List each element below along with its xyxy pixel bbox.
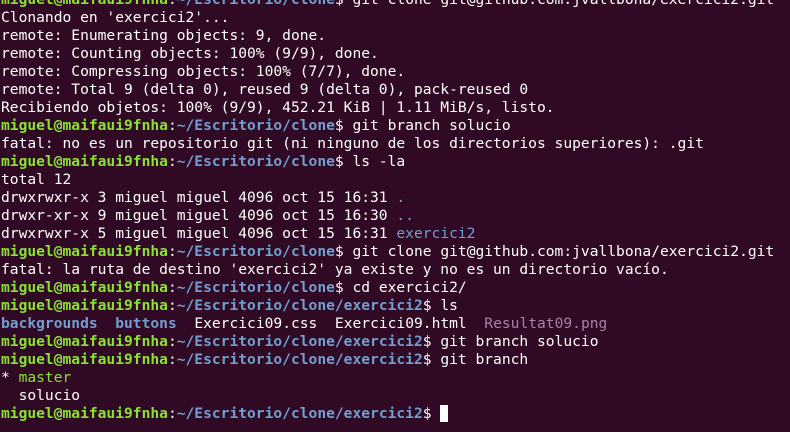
- cursor-icon[interactable]: [440, 405, 449, 422]
- output-text: fatal: la ruta de destino 'exercici2' ya…: [1, 261, 669, 278]
- prompt-symbol: $: [334, 153, 344, 170]
- prompt-symbol: $: [334, 279, 344, 296]
- ls-la-row: drwxr-xr-x 9 miguel miguel 4096 oct 15 1…: [1, 207, 790, 225]
- prompt-separator: :: [167, 333, 177, 350]
- output-text: remote: Compressing objects: 100% (7/7),…: [1, 63, 406, 80]
- prompt-user: miguel@maifaui9fnha: [1, 153, 168, 170]
- entry-separator: [98, 315, 116, 332]
- prompt-path: ~/Escritorio/clone/exercici2: [176, 297, 423, 314]
- command-text: git branch: [431, 351, 529, 368]
- prompt-path: ~/Escritorio/clone/exercici2: [176, 351, 423, 368]
- command-text: ls: [431, 297, 458, 314]
- output-line: fatal: la ruta de destino 'exercici2' ya…: [1, 261, 790, 279]
- command-text: [432, 405, 441, 422]
- output-line: fatal: no es un repositorio git (ni ning…: [1, 135, 790, 153]
- prompt-symbol: $: [335, 0, 344, 8]
- prompt-symbol: $: [334, 243, 344, 260]
- command-text: git branch solucio: [431, 333, 599, 350]
- prompt-path: ~/Escritorio/clone/exercici2: [176, 333, 423, 350]
- directory-entry: backgrounds: [1, 315, 98, 332]
- prompt-line: miguel@maifaui9fnha:~/Escritorio/clone$ …: [1, 279, 790, 297]
- prompt-separator: :: [167, 243, 177, 260]
- output-line: remote: Enumerating objects: 9, done.: [1, 27, 790, 45]
- output-line: total 12: [1, 171, 790, 189]
- prompt-user: miguel@maifaui9fnha: [1, 279, 168, 296]
- command-text: git branch solucio: [343, 117, 511, 134]
- terminal-window[interactable]: miguel@maifaui9fnha:~/Escritorio/clone$ …: [0, 0, 790, 432]
- prompt-line: miguel@maifaui9fnha:~/Escritorio/clone/e…: [1, 297, 790, 315]
- output-line: Clonando en 'exercici2'...: [1, 9, 790, 27]
- prompt-user: miguel@maifaui9fnha: [1, 405, 168, 422]
- output-line: remote: Counting objects: 100% (9/9), do…: [1, 45, 790, 63]
- prompt-line: miguel@maifaui9fnha:~/Escritorio/clone/e…: [1, 405, 790, 423]
- prompt-separator: :: [167, 405, 177, 422]
- output-line: remote: Compressing objects: 100% (7/7),…: [1, 63, 790, 81]
- ls-la-details: drwxr-xr-x 9 miguel miguel 4096 oct 15 1…: [1, 207, 397, 224]
- prompt-line: miguel@maifaui9fnha:~/Escritorio/clone/e…: [1, 333, 790, 351]
- output-text: Recibiendo objetos: 100% (9/9), 452.21 K…: [1, 99, 555, 116]
- branch-line: solucio: [1, 387, 790, 405]
- prompt-separator: :: [167, 117, 177, 134]
- output-text: Clonando en 'exercici2'...: [1, 9, 230, 26]
- prompt-symbol: $: [422, 351, 432, 368]
- prompt-user: miguel@maifaui9fnha: [1, 243, 168, 260]
- branch-marker: [1, 387, 19, 404]
- prompt-line: miguel@maifaui9fnha:~/Escritorio/clone$ …: [1, 0, 790, 9]
- directory-name: ..: [396, 207, 414, 224]
- prompt-symbol: $: [422, 297, 432, 314]
- prompt-user: miguel@maifaui9fnha: [1, 0, 168, 8]
- ls-la-row: drwxrwxr-x 5 miguel miguel 4096 oct 15 1…: [1, 225, 790, 243]
- prompt-symbol: $: [422, 333, 432, 350]
- command-text: cd exercici2/: [343, 279, 467, 296]
- directory-entry: buttons: [115, 315, 177, 332]
- prompt-separator: :: [167, 153, 177, 170]
- prompt-user: miguel@maifaui9fnha: [1, 333, 168, 350]
- output-text: total 12: [1, 171, 72, 188]
- prompt-line: miguel@maifaui9fnha:~/Escritorio/clone$ …: [1, 117, 790, 135]
- prompt-separator: :: [167, 279, 177, 296]
- entry-separator: [177, 315, 195, 332]
- prompt-path: ~/Escritorio/clone/exercici2: [176, 405, 423, 422]
- prompt-separator: :: [167, 297, 177, 314]
- ls-la-row: drwxrwxr-x 3 miguel miguel 4096 oct 15 1…: [1, 189, 790, 207]
- output-line: Recibiendo objetos: 100% (9/9), 452.21 K…: [1, 99, 790, 117]
- prompt-line: miguel@maifaui9fnha:~/Escritorio/clone$ …: [1, 243, 790, 261]
- command-text: ls -la: [343, 153, 406, 170]
- branch-marker: *: [1, 369, 19, 386]
- output-text: remote: Enumerating objects: 9, done.: [1, 27, 327, 44]
- output-text: remote: Total 9 (delta 0), reused 9 (del…: [1, 81, 529, 98]
- entry-separator: [467, 315, 485, 332]
- prompt-line: miguel@maifaui9fnha:~/Escritorio/clone/e…: [1, 351, 790, 369]
- ls-output-line: backgrounds buttons Exercici09.css Exerc…: [1, 315, 790, 333]
- branch-line: * master: [1, 369, 790, 387]
- prompt-symbol: $: [422, 405, 432, 422]
- prompt-path: ~/Escritorio/clone: [176, 279, 335, 296]
- command-text: git clone git@github.com:jvallbona/exerc…: [344, 0, 774, 8]
- prompt-path: ~/Escritorio/clone: [176, 153, 335, 170]
- prompt-separator: :: [167, 351, 177, 368]
- directory-name: exercici2: [396, 225, 476, 242]
- prompt-separator: :: [168, 0, 177, 8]
- prompt-user: miguel@maifaui9fnha: [1, 351, 168, 368]
- prompt-symbol: $: [334, 117, 344, 134]
- prompt-line: miguel@maifaui9fnha:~/Escritorio/clone$ …: [1, 153, 790, 171]
- file-entry: Exercici09.html: [334, 315, 467, 332]
- branch-name: master: [18, 369, 72, 386]
- prompt-path: ~/Escritorio/clone: [176, 243, 335, 260]
- entry-separator: [317, 315, 335, 332]
- command-text: git clone git@github.com:jvallbona/exerc…: [343, 243, 775, 260]
- prompt-path: ~/Escritorio/clone: [177, 0, 335, 8]
- ls-la-details: drwxrwxr-x 3 miguel miguel 4096 oct 15 1…: [1, 189, 397, 206]
- branch-name: solucio: [18, 387, 81, 404]
- output-text: fatal: no es un repositorio git (ni ning…: [1, 135, 704, 152]
- prompt-user: miguel@maifaui9fnha: [1, 117, 168, 134]
- ls-la-details: drwxrwxr-x 5 miguel miguel 4096 oct 15 1…: [1, 225, 397, 242]
- prompt-user: miguel@maifaui9fnha: [1, 297, 168, 314]
- output-line: remote: Total 9 (delta 0), reused 9 (del…: [1, 81, 790, 99]
- file-entry: Exercici09.css: [194, 315, 318, 332]
- prompt-path: ~/Escritorio/clone: [176, 117, 335, 134]
- image-file-entry: Resultat09.png: [484, 315, 608, 332]
- directory-name: .: [396, 189, 406, 206]
- output-text: remote: Counting objects: 100% (9/9), do…: [1, 45, 379, 62]
